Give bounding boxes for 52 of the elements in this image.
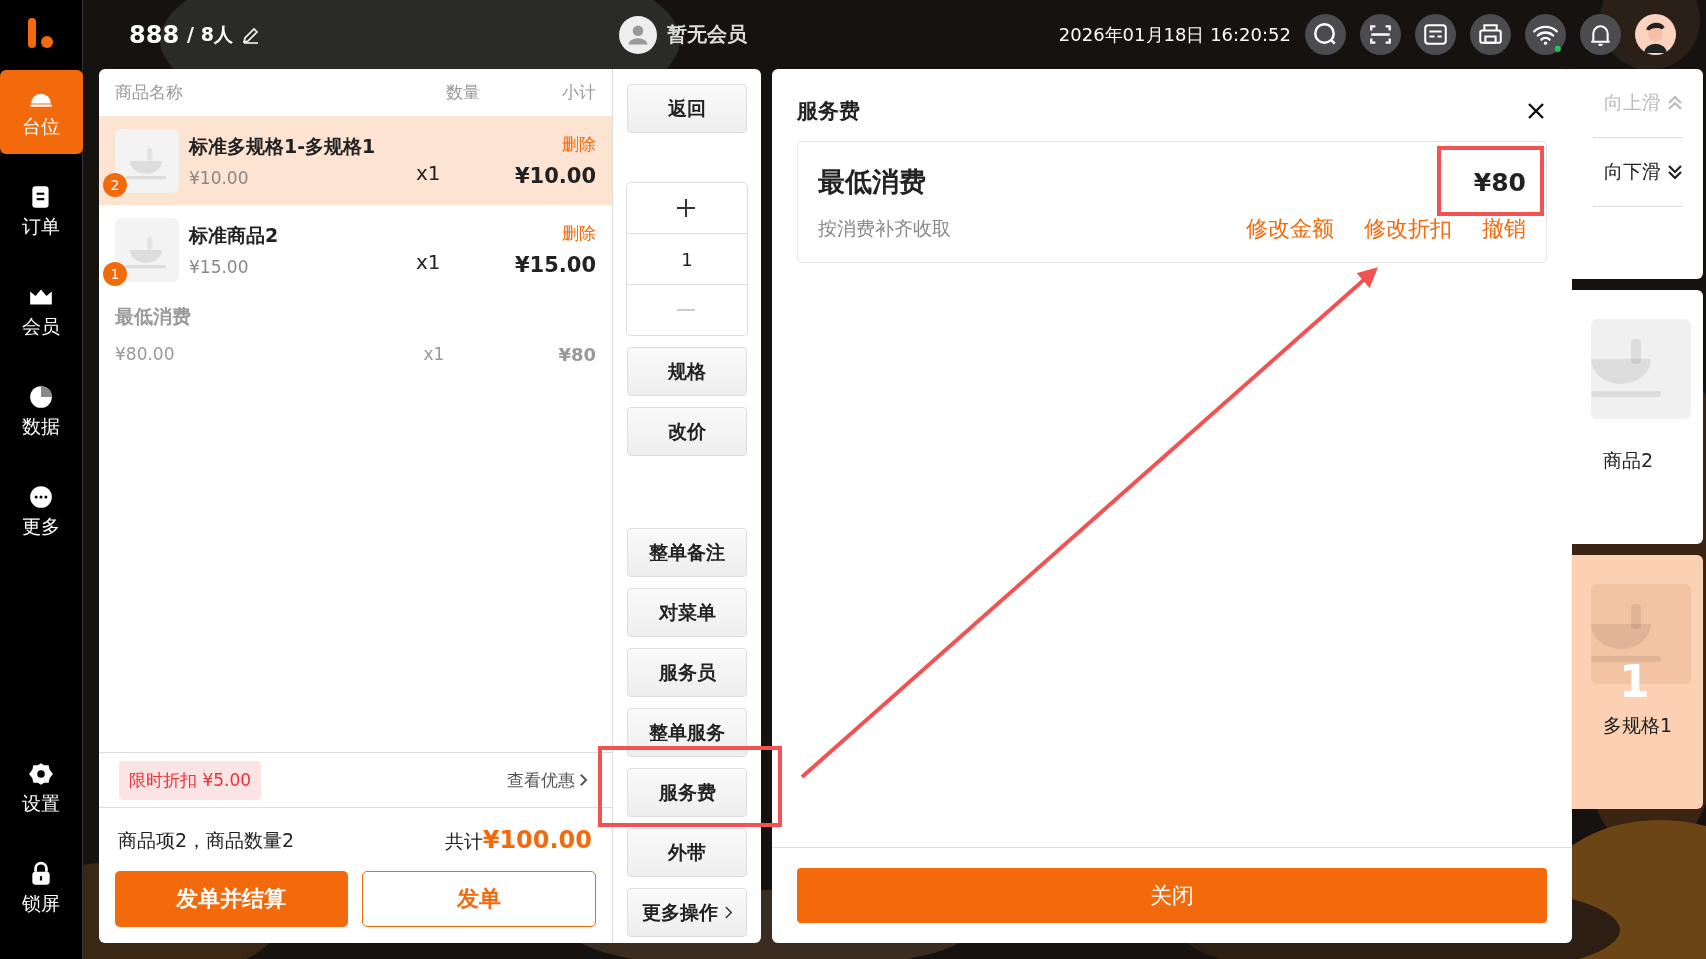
scroll-button[interactable]: 向下滑 [1593, 138, 1683, 207]
nav-item[interactable]: 数据 [0, 370, 83, 454]
order-total: 共计¥100.00 [444, 826, 592, 855]
nav-item[interactable]: 设置 [0, 747, 83, 831]
fee-name: 最低消费 [115, 304, 192, 329]
action-button[interactable]: 服务员 [627, 648, 747, 697]
unit-price: ¥10.00 [189, 167, 250, 188]
action-button[interactable]: 改价 [627, 407, 747, 456]
column-header: 数量 [446, 81, 481, 104]
item-summary: 商品项2，商品数量2 [118, 827, 295, 853]
action-button[interactable]: 更多操作 [627, 888, 747, 937]
fee-note: 按消费补齐收取 [818, 216, 952, 241]
guest-count: / 8人 [187, 21, 233, 47]
action-button[interactable]: 整单服务 [627, 708, 747, 757]
quantity-badge: 1 [103, 261, 127, 286]
action-button[interactable]: 规格 [627, 347, 747, 396]
fee-amount: ¥80 [1473, 167, 1526, 197]
quantity-count: 1 [1619, 656, 1650, 707]
product-name: 标准商品2 [189, 222, 280, 248]
nav-item[interactable]: 会员 [0, 270, 83, 354]
table-number: 888 [129, 20, 180, 49]
column-header: 商品名称 [115, 81, 184, 104]
fee-price: ¥80.00 [115, 344, 176, 365]
quantity: x1 [416, 249, 442, 274]
quantity-badge: 2 [103, 172, 127, 197]
quantity: x1 [416, 160, 442, 185]
cart-row[interactable]: 2 标准多规格1-多规格1 ¥10.00 x1 删除 ¥10.00 [99, 116, 612, 205]
fee-name: 最低消费 [818, 165, 926, 199]
cart-row[interactable]: 1 标准商品2 ¥15.00 x1 删除 ¥15.00 [99, 205, 612, 294]
member-label[interactable]: 暂无会员 [667, 21, 747, 48]
discount-tag: 限时折扣 ¥5.00 [119, 760, 262, 800]
subtotal: ¥80 [558, 344, 596, 365]
product-name: 多规格1 [1602, 713, 1673, 738]
dialog-title: 服务费 [797, 98, 860, 125]
nav-item[interactable]: 更多 [0, 470, 83, 554]
date-time: 2026年01月18日 16:20:52 [1058, 22, 1291, 47]
product-name: 商品2 [1602, 448, 1654, 473]
subtotal: ¥10.00 [514, 164, 596, 188]
quantity: x1 [423, 344, 446, 365]
back-button[interactable]: 返回 [627, 84, 747, 133]
nav-item[interactable]: 锁屏 [0, 847, 83, 931]
product-name: 标准多规格1-多规格1 [189, 133, 377, 159]
quantity-value: 1 [627, 233, 747, 285]
unit-price: ¥15.00 [189, 256, 250, 277]
action-button[interactable]: 外带 [627, 828, 747, 877]
column-header: 小计 [561, 81, 596, 104]
subtotal: ¥15.00 [514, 253, 596, 277]
view-offers-link[interactable]: 查看优惠 [507, 768, 575, 792]
nav-item[interactable]: 订单 [0, 170, 83, 254]
action-button[interactable]: 对菜单 [627, 588, 747, 637]
action-button[interactable]: 服务费 [627, 768, 747, 817]
action-button[interactable]: 整单备注 [627, 528, 747, 577]
